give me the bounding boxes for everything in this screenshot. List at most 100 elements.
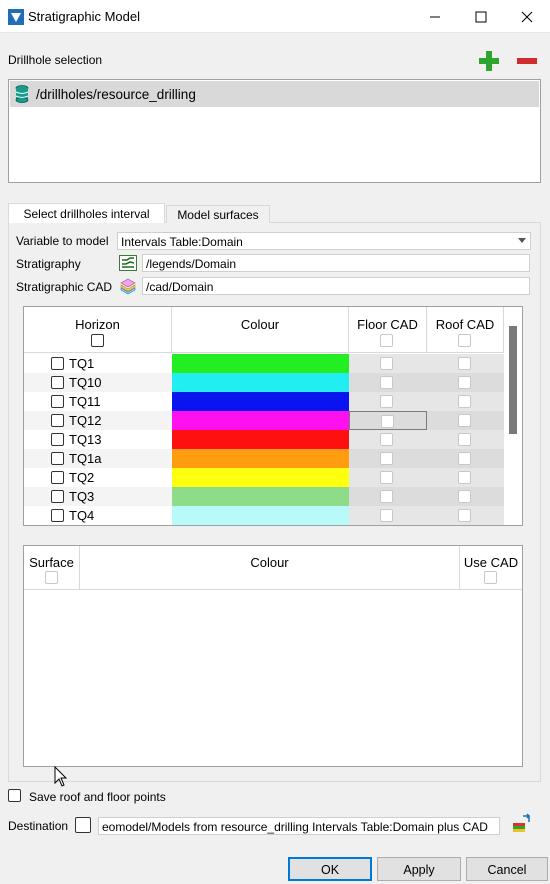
roof-cad-cell[interactable] bbox=[427, 468, 504, 487]
table-row[interactable]: TQ10 bbox=[24, 373, 504, 392]
roof-cad-cell[interactable] bbox=[427, 354, 504, 373]
colour-swatch[interactable] bbox=[172, 354, 349, 373]
ok-button[interactable]: OK bbox=[288, 857, 372, 881]
table-row[interactable]: TQ12 bbox=[24, 411, 504, 430]
roof-cad-checkbox[interactable] bbox=[458, 414, 471, 427]
remove-drillhole-button[interactable] bbox=[516, 51, 538, 71]
horizon-name: TQ3 bbox=[69, 489, 95, 504]
floor-cad-all-checkbox[interactable] bbox=[380, 334, 393, 347]
maximize-button[interactable] bbox=[458, 0, 504, 33]
horizon-checkbox[interactable] bbox=[51, 471, 64, 484]
minimize-button[interactable] bbox=[412, 0, 458, 33]
tab-label: Select drillholes interval bbox=[23, 207, 150, 221]
colour-swatch[interactable] bbox=[172, 430, 349, 449]
floor-cad-checkbox[interactable] bbox=[380, 509, 393, 522]
horizon-checkbox[interactable] bbox=[51, 414, 64, 427]
roof-cad-checkbox[interactable] bbox=[458, 471, 471, 484]
apply-button[interactable]: Apply bbox=[377, 857, 461, 881]
floor-cad-cell[interactable] bbox=[349, 487, 427, 506]
colour-swatch[interactable] bbox=[172, 449, 349, 468]
table-row[interactable]: TQ1 bbox=[24, 354, 504, 373]
table-row[interactable]: TQ2 bbox=[24, 468, 504, 487]
destination-field[interactable]: eomodel/Models from resource_drilling In… bbox=[98, 817, 500, 835]
floor-cad-cell[interactable] bbox=[349, 506, 427, 525]
roof-cad-checkbox[interactable] bbox=[458, 509, 471, 522]
cursor-icon bbox=[54, 766, 68, 787]
floor-cad-checkbox[interactable] bbox=[380, 357, 393, 370]
floor-cad-checkbox[interactable] bbox=[380, 490, 393, 503]
colour-swatch[interactable] bbox=[172, 411, 349, 430]
colour-swatch[interactable] bbox=[172, 468, 349, 487]
add-drillhole-button[interactable] bbox=[478, 51, 500, 71]
column-header: Colour bbox=[250, 555, 289, 570]
roof-cad-cell[interactable] bbox=[427, 449, 504, 468]
roof-cad-cell[interactable] bbox=[427, 373, 504, 392]
roof-cad-checkbox[interactable] bbox=[458, 395, 471, 408]
roof-cad-checkbox[interactable] bbox=[458, 357, 471, 370]
floor-cad-checkbox[interactable] bbox=[380, 471, 393, 484]
horizon-checkbox[interactable] bbox=[51, 357, 64, 370]
table-row[interactable]: TQ3 bbox=[24, 487, 504, 506]
horizon-checkbox[interactable] bbox=[51, 509, 64, 522]
stratigraphy-field[interactable]: /legends/Domain bbox=[142, 254, 530, 272]
stratigraphy-value: /legends/Domain bbox=[146, 257, 237, 271]
roof-cad-cell[interactable] bbox=[427, 411, 504, 430]
select-all-surfaces-checkbox[interactable] bbox=[45, 571, 58, 584]
window-title: Stratigraphic Model bbox=[28, 9, 140, 24]
floor-cad-checkbox[interactable] bbox=[380, 376, 393, 389]
table-row[interactable]: TQ13 bbox=[24, 430, 504, 449]
floor-cad-cell[interactable] bbox=[349, 449, 427, 468]
scrollbar-thumb[interactable] bbox=[509, 326, 517, 434]
roof-cad-checkbox[interactable] bbox=[458, 433, 471, 446]
save-points-checkbox[interactable] bbox=[8, 789, 21, 802]
strat-cad-field[interactable]: /cad/Domain bbox=[142, 277, 530, 295]
colour-swatch[interactable] bbox=[172, 506, 349, 525]
table-row[interactable]: TQ11 bbox=[24, 392, 504, 411]
floor-cad-checkbox[interactable] bbox=[380, 395, 393, 408]
destination-checkbox[interactable] bbox=[75, 817, 91, 833]
floor-cad-checkbox[interactable] bbox=[381, 415, 394, 428]
list-item[interactable]: /drillholes/resource_drilling bbox=[10, 81, 539, 107]
horizon-name: TQ1a bbox=[69, 451, 102, 466]
destination-browse-icon[interactable] bbox=[511, 813, 533, 835]
floor-cad-cell[interactable] bbox=[349, 430, 427, 449]
column-header: Floor CAD bbox=[357, 317, 418, 332]
variable-select[interactable]: Intervals Table:Domain bbox=[117, 232, 531, 250]
cad-layers-icon[interactable] bbox=[119, 277, 137, 295]
use-cad-all-checkbox[interactable] bbox=[484, 571, 497, 584]
floor-cad-checkbox[interactable] bbox=[380, 452, 393, 465]
roof-cad-checkbox[interactable] bbox=[458, 376, 471, 389]
floor-cad-cell[interactable] bbox=[349, 373, 427, 392]
table-row[interactable]: TQ4 bbox=[24, 506, 504, 525]
horizon-checkbox[interactable] bbox=[51, 433, 64, 446]
floor-cad-cell[interactable] bbox=[349, 354, 427, 373]
roof-cad-checkbox[interactable] bbox=[458, 490, 471, 503]
roof-cad-all-checkbox[interactable] bbox=[458, 334, 471, 347]
roof-cad-cell[interactable] bbox=[427, 392, 504, 411]
select-all-horizons-checkbox[interactable] bbox=[91, 334, 104, 347]
horizon-checkbox[interactable] bbox=[51, 452, 64, 465]
roof-cad-checkbox[interactable] bbox=[458, 452, 471, 465]
drillhole-list[interactable]: /drillholes/resource_drilling bbox=[8, 79, 541, 183]
floor-cad-cell[interactable] bbox=[349, 392, 427, 411]
colour-swatch[interactable] bbox=[172, 373, 349, 392]
horizon-checkbox[interactable] bbox=[51, 395, 64, 408]
roof-cad-cell[interactable] bbox=[427, 487, 504, 506]
roof-cad-cell[interactable] bbox=[427, 506, 504, 525]
horizon-checkbox[interactable] bbox=[51, 490, 64, 503]
close-button[interactable] bbox=[504, 0, 550, 33]
tab-model-surfaces[interactable]: Model surfaces bbox=[166, 205, 270, 223]
table-row[interactable]: TQ1a bbox=[24, 449, 504, 468]
colour-swatch[interactable] bbox=[172, 392, 349, 411]
floor-cad-cell[interactable] bbox=[349, 468, 427, 487]
cancel-button[interactable]: Cancel bbox=[466, 857, 548, 881]
roof-cad-cell[interactable] bbox=[427, 430, 504, 449]
floor-cad-cell[interactable] bbox=[349, 411, 427, 430]
tab-select-drillholes-interval[interactable]: Select drillholes interval bbox=[8, 203, 165, 223]
floor-cad-checkbox[interactable] bbox=[380, 433, 393, 446]
tab-label: Model surfaces bbox=[177, 208, 259, 222]
legend-icon[interactable] bbox=[119, 255, 137, 271]
save-points-label: Save roof and floor points bbox=[29, 790, 166, 804]
horizon-checkbox[interactable] bbox=[51, 376, 64, 389]
colour-swatch[interactable] bbox=[172, 487, 349, 506]
